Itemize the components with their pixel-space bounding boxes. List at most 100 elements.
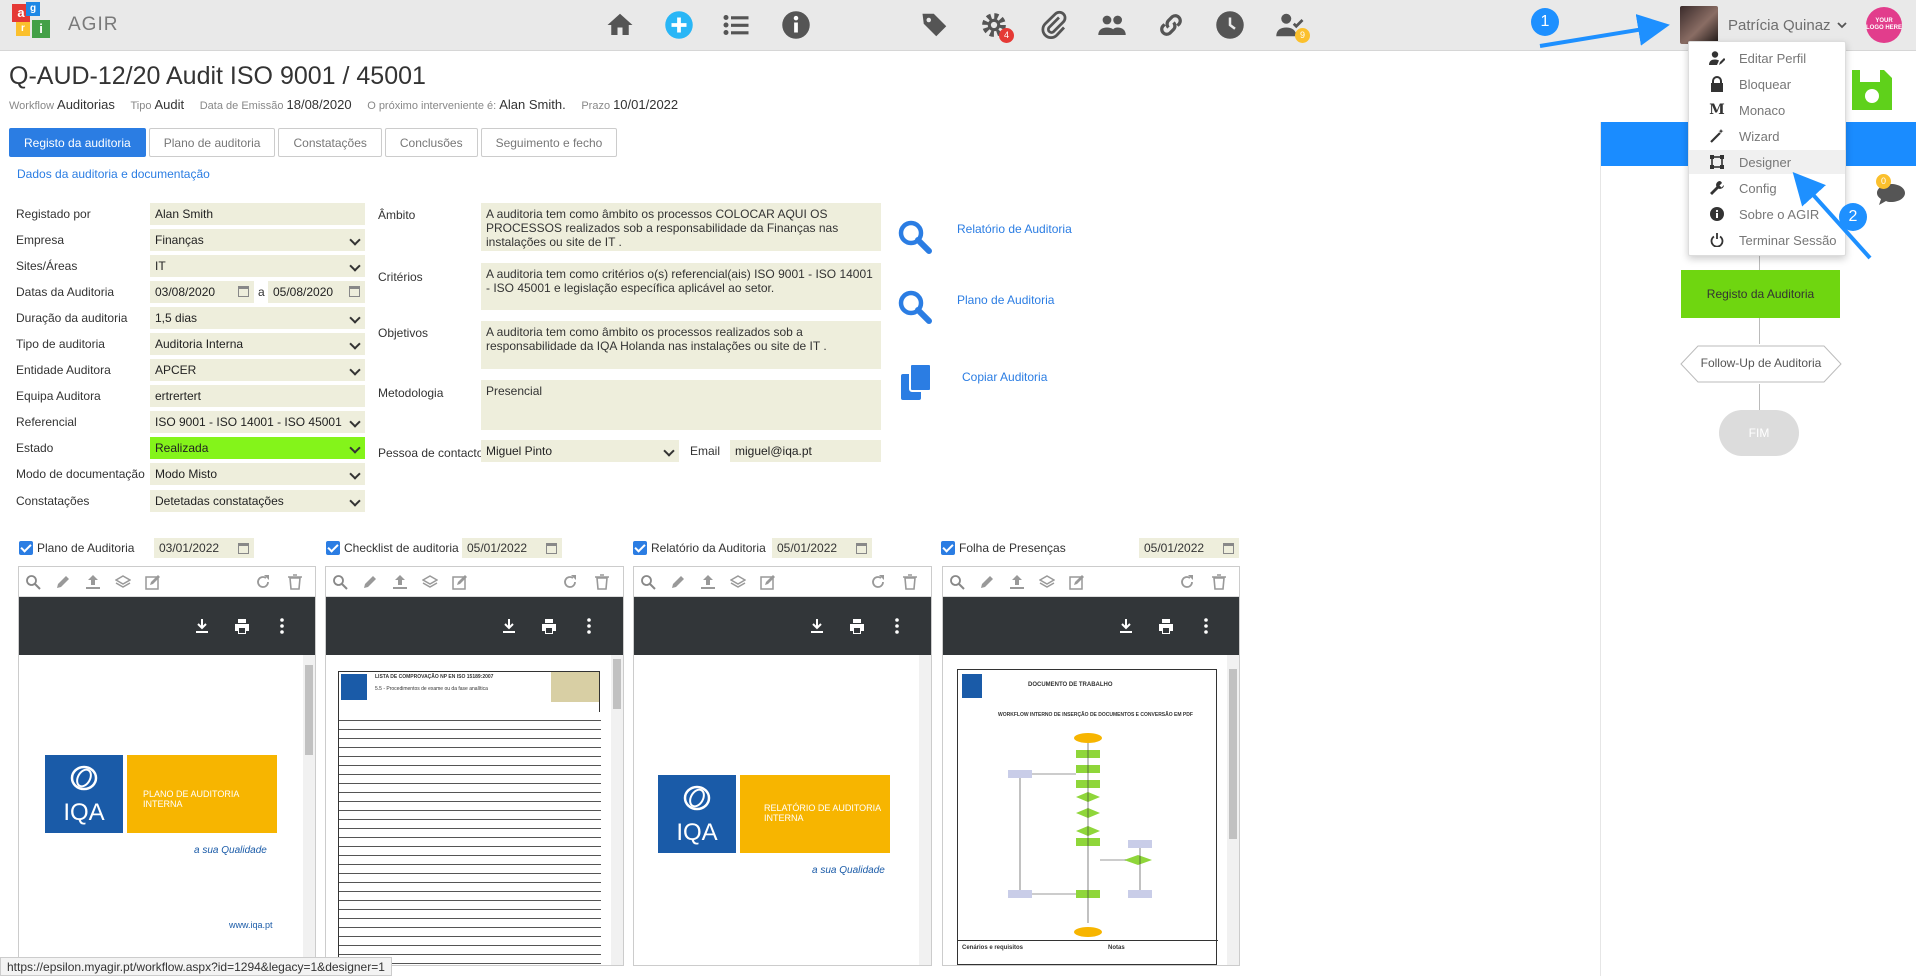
delete-icon[interactable] [594, 574, 610, 590]
calendar-icon[interactable] [238, 543, 249, 554]
edit-icon[interactable] [55, 574, 71, 590]
attachment-date-field[interactable]: 03/01/2022 [154, 538, 254, 558]
delete-icon[interactable] [1211, 574, 1227, 590]
plano-link[interactable]: Plano de Auditoria [957, 293, 1054, 307]
refresh-icon[interactable] [870, 574, 886, 590]
workflow-node-followup[interactable]: Follow-Up de Auditoria [1680, 356, 1842, 370]
sites-select[interactable]: IT [150, 255, 365, 277]
sign-icon[interactable] [1069, 574, 1085, 590]
more-icon[interactable] [1197, 617, 1215, 635]
tag-icon[interactable] [917, 8, 953, 42]
print-icon[interactable] [540, 617, 558, 635]
link-icon[interactable] [1153, 8, 1189, 42]
workflow-node-fim[interactable]: FIM [1719, 410, 1799, 456]
upload-icon[interactable] [392, 574, 408, 590]
email-field[interactable]: miguel@iqa.pt [730, 440, 881, 462]
refresh-icon[interactable] [562, 574, 578, 590]
referencial-select[interactable]: ISO 9001 - ISO 14001 - ISO 45001 [150, 411, 365, 433]
tab-registo[interactable]: Registo da auditoria [9, 128, 146, 157]
layers-icon[interactable] [422, 574, 438, 590]
edit-icon[interactable] [670, 574, 686, 590]
home-icon[interactable] [602, 8, 638, 42]
edit-icon[interactable] [979, 574, 995, 590]
layers-icon[interactable] [1039, 574, 1055, 590]
scrollbar[interactable] [919, 655, 931, 965]
download-icon[interactable] [500, 617, 518, 635]
save-icon[interactable] [1850, 68, 1894, 112]
ambito-textarea[interactable]: A auditoria tem como âmbito os processos… [481, 203, 881, 251]
scrollbar[interactable] [611, 655, 623, 965]
more-icon[interactable] [273, 617, 291, 635]
sign-icon[interactable] [452, 574, 468, 590]
search-icon[interactable] [895, 217, 935, 257]
search-icon[interactable] [949, 574, 965, 590]
more-icon[interactable] [580, 617, 598, 635]
search-icon[interactable] [25, 574, 41, 590]
menu-item-monaco[interactable]: M Monaco [1689, 98, 1845, 122]
calendar-icon[interactable] [349, 286, 360, 297]
estado-select[interactable]: Realizada [150, 437, 365, 459]
layers-icon[interactable] [115, 574, 131, 590]
search-icon[interactable] [640, 574, 656, 590]
attachment-date-field[interactable]: 05/01/2022 [462, 538, 562, 558]
agir-logo[interactable]: a g r i [12, 2, 56, 46]
print-icon[interactable] [1157, 617, 1175, 635]
tab-constatacoes[interactable]: Constatações [278, 128, 382, 157]
user-check-icon[interactable]: 9 [1272, 8, 1310, 43]
workflow-node-registo[interactable]: Registo da Auditoria [1681, 270, 1840, 318]
presencas-checkbox[interactable] [941, 541, 955, 555]
download-icon[interactable] [1117, 617, 1135, 635]
menu-item-designer[interactable]: Designer [1689, 150, 1845, 174]
relatorio-checkbox[interactable] [633, 541, 647, 555]
copiar-link[interactable]: Copiar Auditoria [962, 370, 1047, 384]
tab-plano[interactable]: Plano de auditoria [148, 128, 276, 157]
attachment-date-field[interactable]: 05/01/2022 [772, 538, 872, 558]
upload-icon[interactable] [700, 574, 716, 590]
calendar-icon[interactable] [546, 543, 557, 554]
download-icon[interactable] [808, 617, 826, 635]
copy-icon[interactable] [897, 362, 937, 402]
menu-item-config[interactable]: Config [1689, 176, 1845, 200]
refresh-icon[interactable] [255, 574, 271, 590]
delete-icon[interactable] [902, 574, 918, 590]
menu-item-sobre[interactable]: Sobre o AGIR [1689, 202, 1845, 226]
layers-icon[interactable] [730, 574, 746, 590]
tab-conclusoes[interactable]: Conclusões [384, 128, 478, 157]
menu-item-bloquear[interactable]: Bloquear [1689, 72, 1845, 96]
upload-icon[interactable] [85, 574, 101, 590]
info-icon[interactable] [778, 8, 814, 42]
more-icon[interactable] [888, 617, 906, 635]
menu-item-editar-perfil[interactable]: Editar Perfil [1689, 46, 1845, 70]
menu-item-terminar-sessao[interactable]: Terminar Sessão [1689, 228, 1845, 252]
duracao-select[interactable]: 1,5 dias [150, 307, 365, 329]
print-icon[interactable] [233, 617, 251, 635]
download-icon[interactable] [193, 617, 211, 635]
refresh-icon[interactable] [1179, 574, 1195, 590]
add-icon[interactable] [661, 8, 697, 42]
calendar-icon[interactable] [1223, 543, 1234, 554]
pessoa-select[interactable]: Miguel Pinto [481, 440, 679, 462]
list-icon[interactable] [718, 8, 754, 42]
upload-icon[interactable] [1009, 574, 1025, 590]
metodologia-textarea[interactable]: Presencial [481, 380, 881, 430]
relatorio-link[interactable]: Relatório de Auditoria [957, 222, 1072, 236]
attachment-date-field[interactable]: 05/01/2022 [1139, 538, 1239, 558]
print-icon[interactable] [848, 617, 866, 635]
scrollbar[interactable] [1227, 655, 1239, 965]
edit-icon[interactable] [362, 574, 378, 590]
criterios-textarea[interactable]: A auditoria tem como critérios o(s) refe… [481, 263, 881, 310]
date-from-field[interactable]: 03/08/2020 [150, 281, 254, 303]
objetivos-textarea[interactable]: A auditoria tem como âmbito os processos… [481, 321, 881, 369]
attach-icon[interactable] [1036, 8, 1072, 42]
search-icon[interactable] [332, 574, 348, 590]
tipo-select[interactable]: Auditoria Interna [150, 333, 365, 355]
delete-icon[interactable] [287, 574, 303, 590]
registado-field[interactable]: Alan Smith [150, 203, 365, 225]
calendar-icon[interactable] [238, 286, 249, 297]
plano-checkbox[interactable] [19, 541, 33, 555]
empresa-select[interactable]: Finanças [150, 229, 365, 251]
users-icon[interactable] [1094, 8, 1130, 42]
search-icon[interactable] [895, 287, 935, 327]
checklist-checkbox[interactable] [326, 541, 340, 555]
constatacoes-select[interactable]: Detetadas constatações [150, 490, 365, 512]
